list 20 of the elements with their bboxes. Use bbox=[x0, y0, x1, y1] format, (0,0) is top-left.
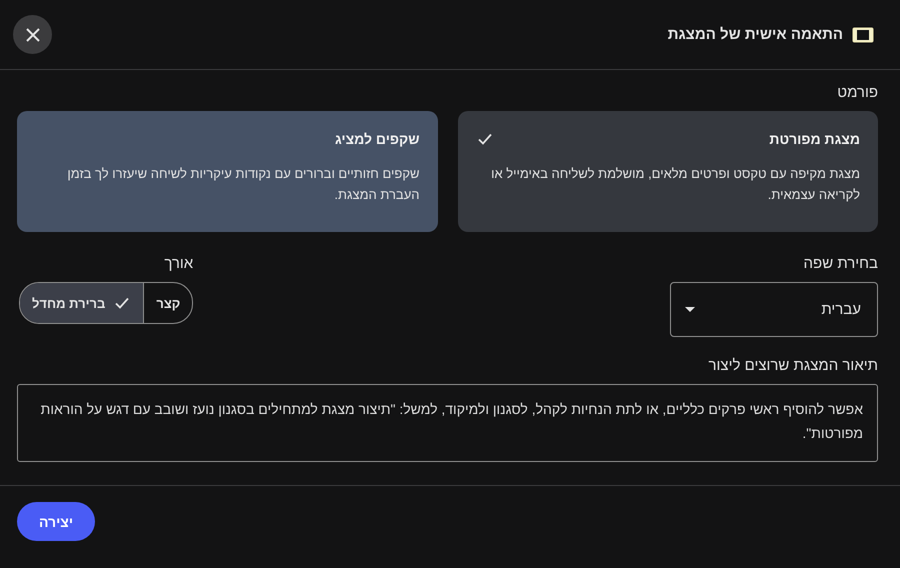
format-option[interactable]: שקפים למציג שקפים חזותיים וברורים עם נקודות עיקריות לשיחה שיעזרו לך בזמן העברת המצגת. bbox=[17, 111, 438, 232]
description-field[interactable]: אפשר להוסיף ראשי פרקים כלליים, או לתת הנחיות לקהל, לסגנון ולמיקוד, למשל: "תיצור מצגת למתחילים בסגנון נועז ושובב עם דגש על הוראות מפורטות". bbox=[17, 384, 878, 462]
option-description: מצגת מקיפה עם טקסט ופרטים מלאים, מושלמת לשליחה באימייל או לקריאה עצמאית. bbox=[490, 165, 860, 204]
dropdown-arrow-icon bbox=[685, 307, 695, 312]
option-title: מצגת מפורטת bbox=[769, 131, 860, 147]
field-label: תיאור המצגת שרוצים ליצור bbox=[707, 357, 878, 374]
close-icon bbox=[26, 28, 40, 42]
format-option[interactable]: מצגת מפורטת מצגת מקיפה עם טקסט ופרטים מלאים, מושלמת לשליחה באימייל או לקריאה עצמאית. bbox=[458, 111, 878, 232]
language-dropdown[interactable]: עברית bbox=[670, 282, 878, 337]
length-option[interactable]: ברירת מחדל bbox=[20, 283, 144, 323]
option-description: שקפים חזותיים וברורים עם נקודות עיקריות לשיחה שיעזרו לך בזמן העברת המצגת. bbox=[66, 165, 420, 204]
field-label: בחירת שפה bbox=[802, 255, 878, 272]
field-label: אורך bbox=[164, 255, 194, 272]
close-button[interactable] bbox=[13, 15, 52, 54]
section-label: פורמט bbox=[836, 84, 878, 101]
length-option[interactable]: קצר bbox=[144, 283, 192, 323]
dialog-title: התאמה אישית של המצגת bbox=[668, 26, 843, 43]
option-title: שקפים למציג bbox=[334, 131, 420, 147]
slides-icon bbox=[852, 26, 874, 42]
create-button[interactable]: יצירה bbox=[17, 502, 95, 541]
